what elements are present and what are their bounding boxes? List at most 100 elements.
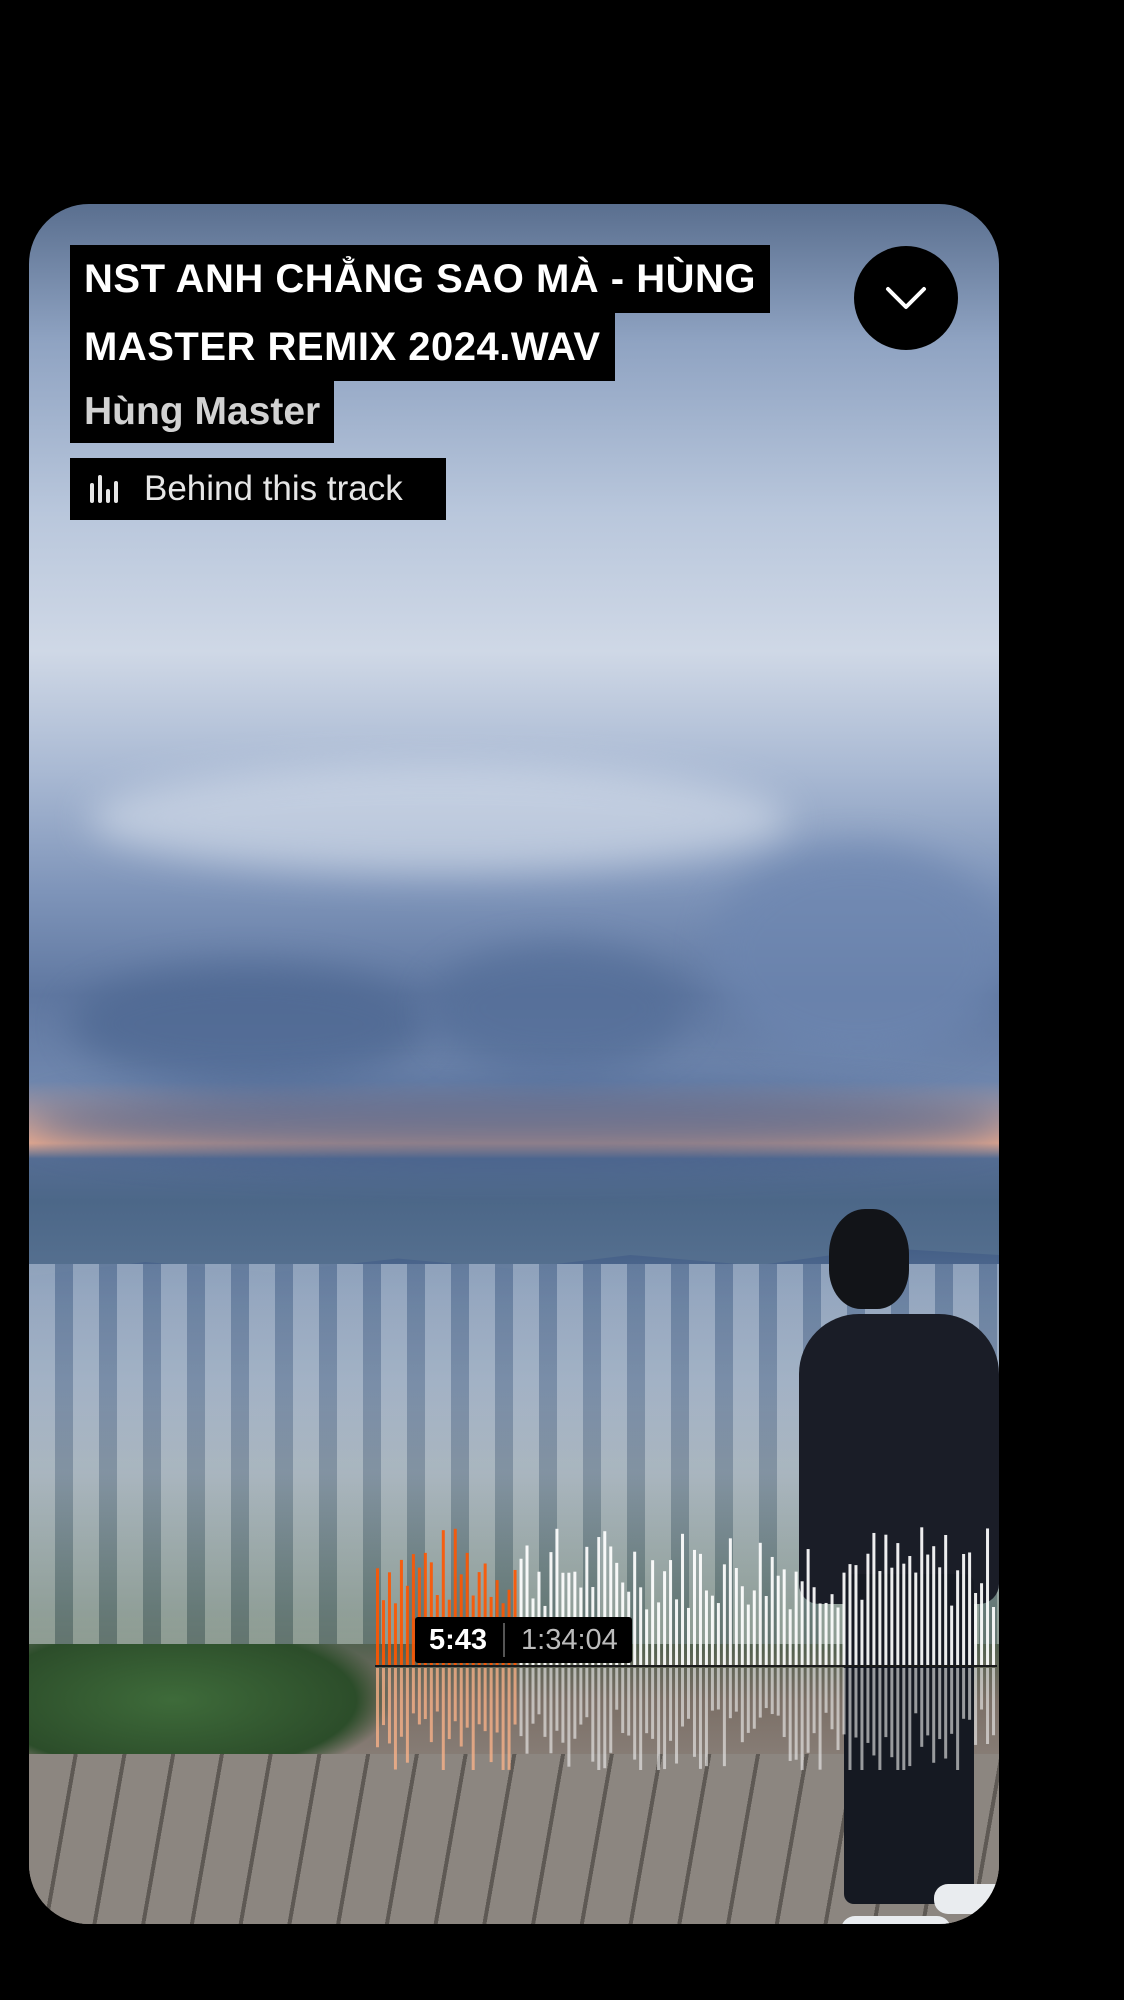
waveform-bar-reflection xyxy=(878,1668,882,1770)
waveform-bar xyxy=(758,1542,762,1665)
waveform-bar xyxy=(926,1554,930,1665)
waveform-bar-reflection xyxy=(716,1668,720,1710)
waveform-bar-reflection xyxy=(836,1668,840,1751)
waveform-bar xyxy=(681,1533,685,1665)
waveform-bar xyxy=(836,1607,840,1665)
waveform-bar xyxy=(405,1585,409,1665)
waveform-bar xyxy=(914,1572,918,1665)
waveform-bar xyxy=(938,1567,942,1665)
waveform-bar-reflection xyxy=(459,1668,463,1747)
waveform-bar-reflection xyxy=(429,1668,433,1743)
waveform-bar-reflection xyxy=(603,1668,607,1769)
waveform-bar-reflection xyxy=(393,1668,397,1770)
time-display: 5:43 1:34:04 xyxy=(415,1617,632,1663)
waveform-bar xyxy=(704,1590,708,1665)
waveform-bar xyxy=(376,1568,379,1665)
waveform-bar xyxy=(692,1549,696,1665)
waveform-bar-reflection xyxy=(609,1668,613,1753)
waveform-bar-reflection xyxy=(872,1668,876,1756)
waveform-bar-reflection xyxy=(974,1668,978,1745)
waveform-bar-reflection xyxy=(405,1668,409,1763)
waveform-bar-reflection xyxy=(495,1668,499,1733)
total-time: 1:34:04 xyxy=(521,1623,618,1656)
waveform-bar-reflection xyxy=(645,1668,649,1734)
waveform-bar-reflection xyxy=(531,1668,535,1724)
waveform-bar-reflection xyxy=(986,1668,990,1745)
waveform-bar xyxy=(944,1534,948,1665)
waveform-bar xyxy=(698,1553,702,1665)
waveform-bar xyxy=(866,1553,870,1665)
waveform-bar xyxy=(782,1569,786,1665)
waveform-bar-reflection xyxy=(651,1668,655,1739)
waveform-bar-reflection xyxy=(722,1668,726,1767)
waveform-bar xyxy=(800,1581,804,1665)
waveform-bars-icon xyxy=(90,475,118,503)
waveform-bar xyxy=(974,1592,978,1665)
waveform-bar-reflection xyxy=(800,1668,804,1770)
person-head xyxy=(829,1209,909,1309)
waveform-bar-reflection xyxy=(573,1668,577,1739)
waveform-bar xyxy=(776,1575,780,1665)
waveform-bar-reflection xyxy=(411,1668,415,1714)
waveform-bar-reflection xyxy=(387,1668,391,1744)
waveform-bar-reflection xyxy=(770,1668,774,1715)
cloud xyxy=(429,944,689,1074)
waveform-bar xyxy=(675,1599,679,1665)
waveform-bar-reflection xyxy=(376,1668,379,1748)
waveform-bar xyxy=(902,1563,906,1665)
waveform-bar-reflection xyxy=(597,1668,601,1770)
track-title-line-1[interactable]: NST ANH CHẲNG SAO MÀ - HÙNG xyxy=(70,245,770,313)
waveform-bar-reflection xyxy=(567,1668,571,1767)
waveform-bar xyxy=(639,1587,643,1665)
waveform-bar-reflection xyxy=(513,1668,517,1725)
track-title-line-2[interactable]: MASTER REMIX 2024.WAV xyxy=(70,313,615,381)
waveform-bar-reflection xyxy=(663,1668,667,1770)
waveform-bar xyxy=(687,1607,690,1665)
waveform-bar-reflection xyxy=(669,1668,673,1741)
waveform-bar-reflection xyxy=(812,1668,816,1734)
waveform-bar xyxy=(740,1586,744,1665)
waveform-bar-reflection xyxy=(740,1668,744,1743)
waveform-bar-reflection xyxy=(926,1668,930,1736)
chevron-down-icon xyxy=(886,287,926,309)
waveform-bar-reflection xyxy=(477,1668,481,1725)
waveform-bar xyxy=(393,1603,397,1665)
waveform-bar xyxy=(896,1543,900,1665)
waveform-bar-reflection xyxy=(914,1668,918,1714)
waveform-bar xyxy=(728,1538,732,1665)
waveform-bar-reflection xyxy=(782,1668,786,1738)
waveform-bar xyxy=(657,1602,661,1665)
waveform-bar xyxy=(872,1532,876,1665)
waveform-bar xyxy=(746,1604,750,1665)
waveform-bar xyxy=(854,1565,858,1665)
waveform-bar-reflection xyxy=(962,1668,966,1719)
waveform-bar xyxy=(722,1564,726,1665)
current-time: 5:43 xyxy=(429,1623,488,1656)
waveform-bar xyxy=(710,1595,714,1665)
waveform-bar xyxy=(387,1572,391,1665)
waveform-bar xyxy=(950,1605,954,1665)
waveform-bar-reflection xyxy=(806,1668,810,1753)
waveform-bar-reflection xyxy=(896,1668,900,1770)
track-info: NST ANH CHẲNG SAO MÀ - HÙNG MASTER REMIX… xyxy=(70,245,770,443)
collapse-player-button[interactable] xyxy=(854,246,958,350)
waveform-bar xyxy=(764,1596,768,1665)
waveform-bar xyxy=(962,1553,966,1665)
waveform-bar-reflection xyxy=(675,1668,679,1764)
waveform-bar-reflection xyxy=(788,1668,792,1761)
waveform-bar xyxy=(770,1556,774,1665)
waveform-bar xyxy=(878,1571,882,1665)
waveform-bar-reflection xyxy=(848,1668,852,1770)
waveform-bar-reflection xyxy=(728,1668,732,1719)
waveform-bar xyxy=(669,1560,673,1665)
waveform-bar xyxy=(884,1534,888,1665)
waveform-bar-reflection xyxy=(417,1668,421,1725)
behind-this-track-button[interactable]: Behind this track xyxy=(70,458,446,520)
waveform-bar-reflection xyxy=(746,1668,750,1733)
person-shoe xyxy=(934,1884,999,1914)
waveform-bar-reflection xyxy=(710,1668,714,1711)
waveform-bar-reflection xyxy=(938,1668,942,1740)
waveform-bar-reflection xyxy=(830,1668,834,1730)
waveform-bar-reflection xyxy=(657,1668,661,1770)
artist-name[interactable]: Hùng Master xyxy=(70,381,335,443)
